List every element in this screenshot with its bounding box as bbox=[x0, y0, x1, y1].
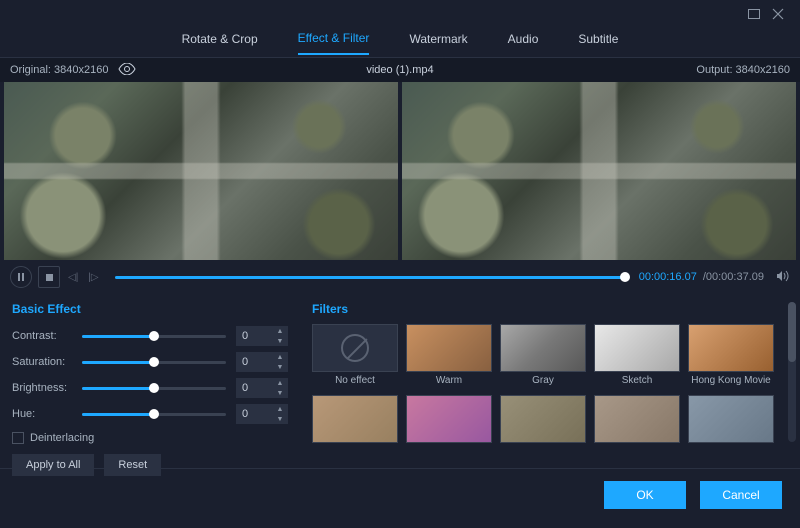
deinterlacing-label: Deinterlacing bbox=[30, 432, 94, 444]
filters-panel: Filters No effect Warm Gray Sketch Hong … bbox=[300, 294, 800, 468]
timeline-slider[interactable] bbox=[115, 276, 625, 279]
filters-scrollbar[interactable] bbox=[788, 302, 796, 442]
bottom-panel: Basic Effect Contrast: 0▲▼ Saturation: 0… bbox=[0, 294, 800, 468]
stop-button[interactable] bbox=[38, 266, 60, 288]
hue-label: Hue: bbox=[12, 408, 82, 420]
filter-item-9[interactable] bbox=[594, 395, 680, 458]
saturation-spinner[interactable]: 0▲▼ bbox=[236, 352, 288, 372]
next-frame-button[interactable]: |▷ bbox=[86, 272, 100, 283]
maximize-icon[interactable] bbox=[742, 4, 766, 24]
preview-output bbox=[402, 82, 796, 260]
saturation-down-icon[interactable]: ▼ bbox=[272, 362, 288, 372]
filter-item-8[interactable] bbox=[500, 395, 586, 458]
output-resolution: Output: 3840x2160 bbox=[696, 64, 790, 76]
ok-button[interactable]: OK bbox=[604, 481, 686, 509]
contrast-spinner[interactable]: 0▲▼ bbox=[236, 326, 288, 346]
contrast-down-icon[interactable]: ▼ bbox=[272, 336, 288, 346]
filename-label: video (1).mp4 bbox=[366, 64, 433, 76]
no-effect-icon bbox=[341, 334, 369, 362]
pause-button[interactable] bbox=[10, 266, 32, 288]
brightness-label: Brightness: bbox=[12, 382, 82, 394]
playback-bar: ◁| |▷ 00:00:16.07/00:00:37.09 bbox=[0, 260, 800, 294]
preview-eye-icon[interactable] bbox=[118, 63, 136, 78]
tab-bar: Rotate & Crop Effect & Filter Watermark … bbox=[0, 28, 800, 58]
filter-gray[interactable]: Gray bbox=[500, 324, 586, 387]
filters-title: Filters bbox=[312, 302, 788, 316]
filter-no-effect[interactable]: No effect bbox=[312, 324, 398, 387]
basic-effect-panel: Basic Effect Contrast: 0▲▼ Saturation: 0… bbox=[0, 294, 300, 468]
contrast-up-icon[interactable]: ▲ bbox=[272, 326, 288, 336]
contrast-label: Contrast: bbox=[12, 330, 82, 342]
hue-spinner[interactable]: 0▲▼ bbox=[236, 404, 288, 424]
hue-up-icon[interactable]: ▲ bbox=[272, 404, 288, 414]
original-resolution: Original: 3840x2160 bbox=[10, 64, 108, 76]
brightness-spinner[interactable]: 0▲▼ bbox=[236, 378, 288, 398]
filter-warm[interactable]: Warm bbox=[406, 324, 492, 387]
tab-subtitle[interactable]: Subtitle bbox=[578, 32, 618, 54]
saturation-label: Saturation: bbox=[12, 356, 82, 368]
preview-original bbox=[4, 82, 398, 260]
filter-sketch[interactable]: Sketch bbox=[594, 324, 680, 387]
hue-slider[interactable] bbox=[82, 413, 226, 416]
titlebar bbox=[0, 0, 800, 28]
preview-area bbox=[0, 82, 800, 260]
saturation-slider[interactable] bbox=[82, 361, 226, 364]
filter-item-6[interactable] bbox=[312, 395, 398, 458]
brightness-up-icon[interactable]: ▲ bbox=[272, 378, 288, 388]
tab-effect-filter[interactable]: Effect & Filter bbox=[298, 31, 370, 55]
volume-icon[interactable] bbox=[776, 270, 790, 285]
brightness-slider[interactable] bbox=[82, 387, 226, 390]
apply-to-all-button[interactable]: Apply to All bbox=[12, 454, 94, 476]
brightness-down-icon[interactable]: ▼ bbox=[272, 388, 288, 398]
tab-rotate-crop[interactable]: Rotate & Crop bbox=[182, 32, 258, 54]
filter-hong-kong-movie[interactable]: Hong Kong Movie bbox=[688, 324, 774, 387]
hue-down-icon[interactable]: ▼ bbox=[272, 414, 288, 424]
close-icon[interactable] bbox=[766, 4, 790, 24]
saturation-up-icon[interactable]: ▲ bbox=[272, 352, 288, 362]
reset-button[interactable]: Reset bbox=[104, 454, 161, 476]
time-current: 00:00:16.07 bbox=[639, 271, 697, 283]
filter-item-7[interactable] bbox=[406, 395, 492, 458]
tab-audio[interactable]: Audio bbox=[508, 32, 539, 54]
cancel-button[interactable]: Cancel bbox=[700, 481, 782, 509]
filter-item-10[interactable] bbox=[688, 395, 774, 458]
tab-watermark[interactable]: Watermark bbox=[409, 32, 467, 54]
prev-frame-button[interactable]: ◁| bbox=[66, 272, 80, 283]
basic-effect-title: Basic Effect bbox=[12, 302, 288, 316]
time-total: /00:00:37.09 bbox=[703, 271, 764, 283]
deinterlacing-checkbox[interactable] bbox=[12, 432, 24, 444]
info-bar: Original: 3840x2160 video (1).mp4 Output… bbox=[0, 58, 800, 82]
contrast-slider[interactable] bbox=[82, 335, 226, 338]
